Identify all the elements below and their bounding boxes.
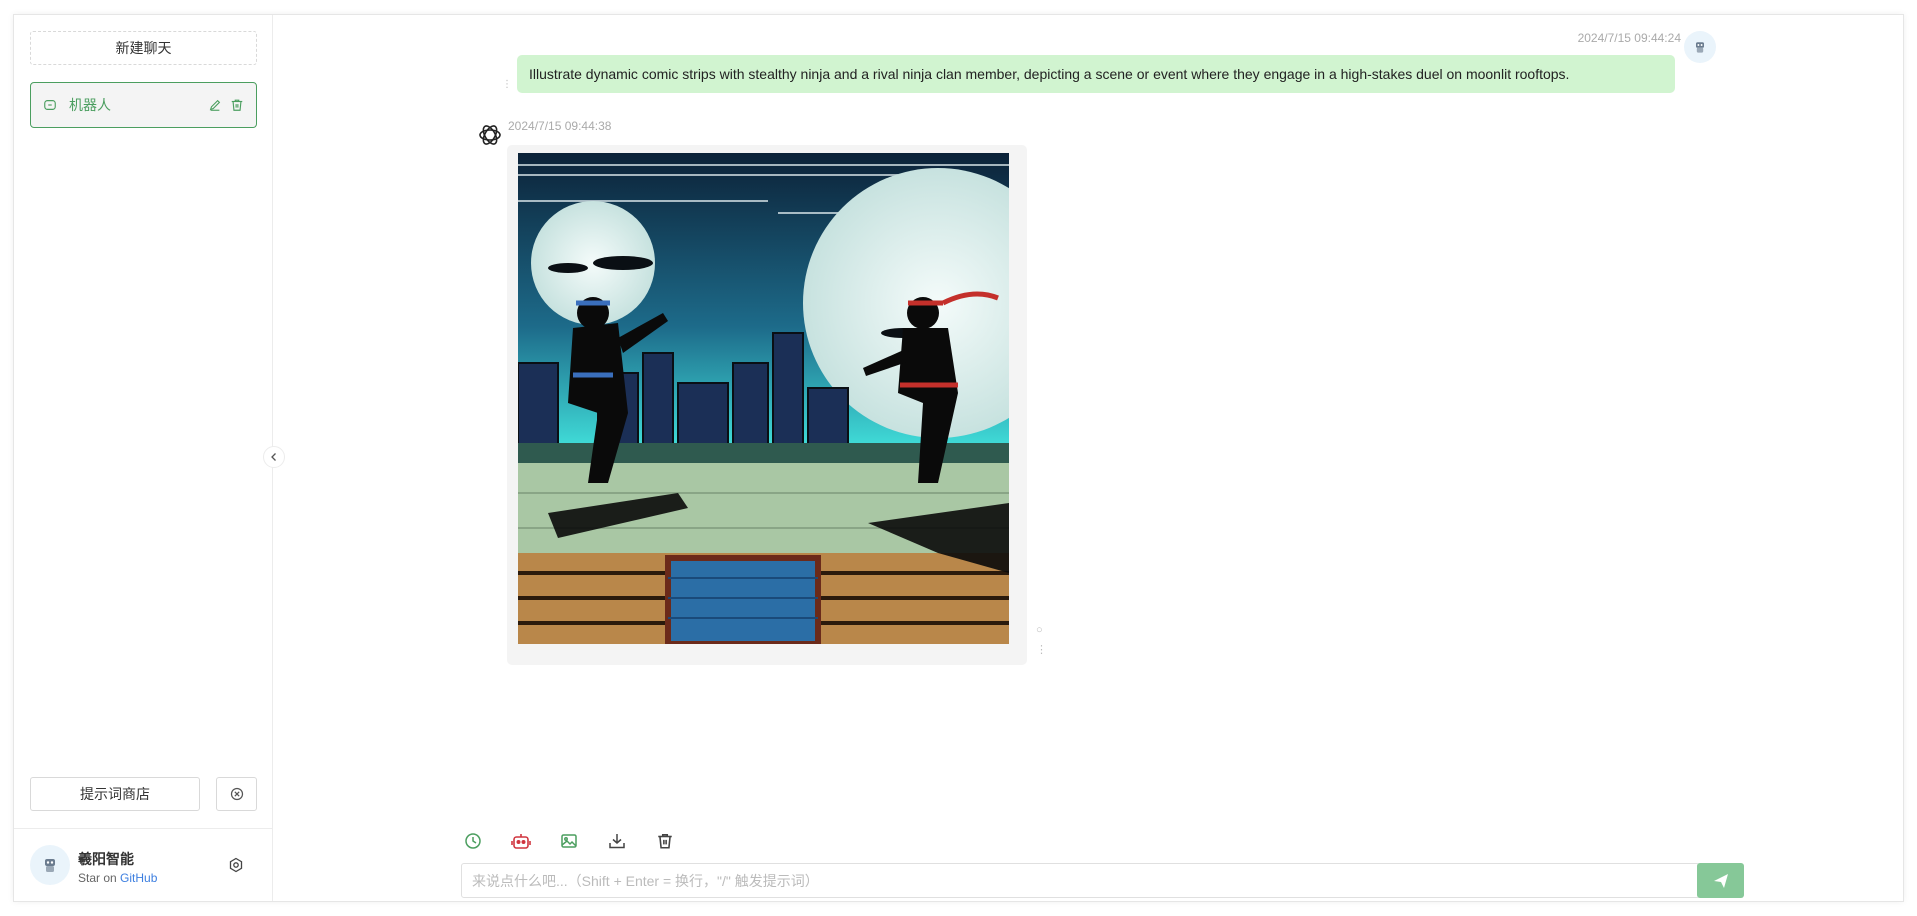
conversation-label: 机器人	[69, 97, 111, 113]
robot-icon	[511, 834, 531, 849]
history-icon	[465, 833, 481, 849]
image-icon	[561, 834, 577, 848]
openai-logo-icon	[479, 125, 501, 145]
user-message-text: Illustrate dynamic comic strips with ste…	[529, 66, 1570, 82]
sidebar: 新建聊天 机器人 提示词商店 羲阳智能 Star on GitHub	[14, 15, 273, 901]
input-toolbar	[461, 829, 677, 855]
message-actions: ○ ⋮	[1036, 620, 1047, 660]
user-name: 羲阳智能	[78, 851, 134, 867]
delete-button[interactable]	[653, 829, 677, 853]
assistant-avatar	[474, 119, 506, 151]
conversation-item[interactable]: 机器人	[30, 82, 257, 128]
robot-button[interactable]	[509, 829, 533, 853]
trash-icon	[658, 834, 672, 849]
user-subtitle: Star on GitHub	[78, 871, 157, 885]
ninja-duel-illustration	[518, 153, 1009, 644]
generated-image[interactable]	[518, 153, 1009, 644]
assistant-image-bubble	[507, 145, 1027, 665]
delete-icon[interactable]	[230, 98, 244, 112]
chat-main: 2024/7/15 09:44:24 Illustrate dynamic co…	[274, 15, 1905, 901]
send-button[interactable]	[1697, 863, 1744, 898]
status-circle-icon: ○	[1036, 624, 1043, 636]
new-chat-button[interactable]: 新建聊天	[30, 31, 257, 65]
more-options-icon[interactable]: ⋮	[1036, 640, 1047, 660]
input-row	[461, 863, 1744, 898]
settings-button[interactable]	[226, 855, 246, 875]
user-message-bubble: Illustrate dynamic comic strips with ste…	[517, 55, 1675, 93]
edit-icon[interactable]	[208, 98, 222, 112]
prompt-store-button[interactable]: 提示词商店	[30, 777, 200, 811]
robot-mascot-icon	[1696, 42, 1704, 53]
github-link[interactable]: GitHub	[120, 871, 157, 885]
avatar[interactable]	[30, 845, 70, 885]
message-input[interactable]	[461, 863, 1700, 898]
send-icon	[1713, 873, 1728, 888]
gear-icon	[229, 857, 243, 873]
message-timestamp: 2024/7/15 09:44:38	[508, 119, 612, 133]
robot-mascot-icon	[45, 859, 55, 872]
download-button[interactable]	[605, 829, 629, 853]
app-window: 新建聊天 机器人 提示词商店 羲阳智能 Star on GitHub 2024/…	[13, 14, 1904, 902]
user-avatar	[1684, 31, 1716, 63]
close-circle-icon	[230, 787, 243, 801]
history-button[interactable]	[461, 829, 485, 853]
user-info: 羲阳智能 Star on GitHub	[14, 828, 273, 903]
image-button[interactable]	[557, 829, 581, 853]
download-icon	[609, 834, 625, 849]
clear-button[interactable]	[216, 777, 257, 811]
more-options-icon[interactable]: ⋮	[502, 79, 512, 90]
star-prefix: Star on	[78, 871, 121, 885]
message-timestamp: 2024/7/15 09:44:24	[1577, 31, 1681, 45]
chat-bubble-icon	[44, 100, 56, 110]
